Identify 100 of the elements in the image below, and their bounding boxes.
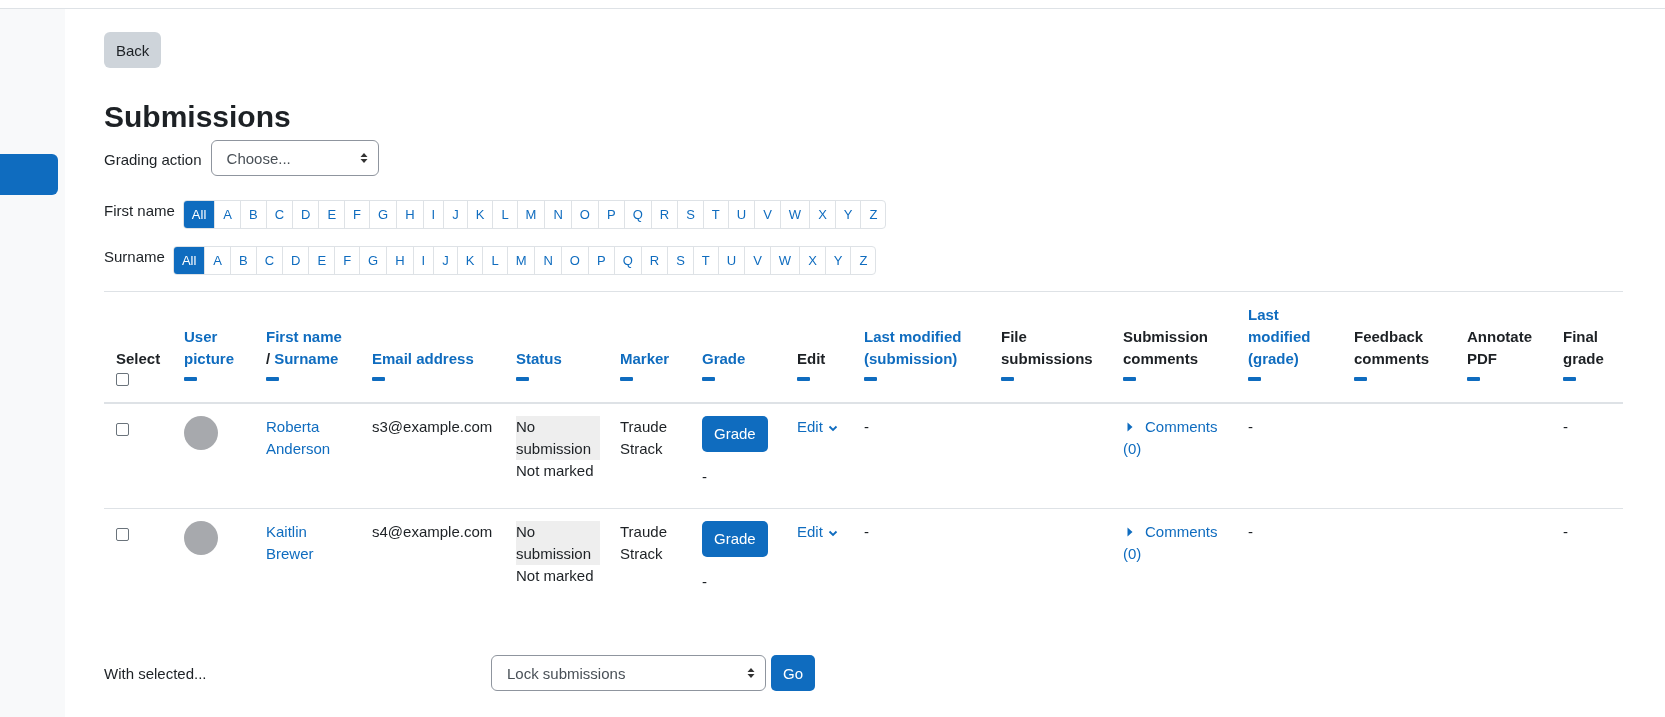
edit-menu-link[interactable]: Edit: [797, 523, 838, 540]
initial-filter-link[interactable]: K: [456, 247, 483, 274]
initial-filter-link[interactable]: Z: [860, 201, 886, 228]
initial-filter-link[interactable]: L: [492, 201, 517, 228]
caret-right-icon: [1127, 422, 1133, 432]
initial-filter-link[interactable]: V: [744, 247, 770, 274]
initial-filter-link[interactable]: O: [570, 201, 598, 228]
initial-filter-link[interactable]: R: [650, 201, 678, 228]
initial-filter-link[interactable]: P: [588, 247, 614, 274]
initial-filter-link[interactable]: K: [466, 201, 493, 228]
grading-action-label: Grading action: [104, 150, 202, 168]
initial-filter-link[interactable]: H: [396, 201, 423, 228]
last-modified-text: -: [1248, 523, 1253, 540]
initial-filter-link[interactable]: S: [677, 201, 703, 228]
initial-filter-link[interactable]: N: [544, 201, 571, 228]
initial-filter-link[interactable]: I: [422, 201, 444, 228]
initial-filter-link[interactable]: Y: [834, 201, 861, 228]
collapse-column-icon[interactable]: [1001, 377, 1014, 381]
column-sort-link[interactable]: User picture: [184, 326, 246, 370]
checkbox[interactable]: [116, 527, 129, 541]
bulk-action-select[interactable]: Lock submissions: [491, 655, 766, 691]
initial-filter-link[interactable]: M: [506, 247, 535, 274]
initial-filter-link[interactable]: H: [386, 247, 413, 274]
initial-filter-link[interactable]: All: [183, 201, 215, 228]
initial-filter-link[interactable]: E: [308, 247, 335, 274]
checkbox[interactable]: [116, 422, 129, 436]
student-name-link[interactable]: Kaitlin Brewer: [266, 521, 352, 565]
column-sort-link[interactable]: Last modified (submission): [864, 326, 981, 370]
initial-filter-link[interactable]: L: [482, 247, 507, 274]
initial-filter-link[interactable]: W: [779, 201, 810, 228]
initial-filter-link[interactable]: R: [640, 247, 668, 274]
collapse-column-icon[interactable]: [1563, 377, 1576, 381]
initial-filter-link[interactable]: D: [282, 247, 309, 274]
collapse-column-icon[interactable]: [797, 377, 810, 381]
initial-filter-link[interactable]: D: [292, 201, 319, 228]
collapse-column-icon[interactable]: [620, 377, 633, 381]
comments-link[interactable]: Comments (0): [1123, 521, 1228, 565]
student-name-link[interactable]: Roberta Anderson: [266, 416, 352, 460]
column-sort-link[interactable]: Email address: [372, 348, 496, 370]
collapse-column-icon[interactable]: [1467, 377, 1480, 381]
grading-status: Not marked: [516, 566, 595, 586]
initial-filter-link[interactable]: A: [204, 247, 230, 274]
column-sort-link[interactable]: First name: [266, 326, 352, 348]
initial-filter-link[interactable]: G: [359, 247, 387, 274]
initial-filter-link[interactable]: U: [727, 201, 755, 228]
collapse-column-icon[interactable]: [1354, 377, 1367, 381]
initial-filter-link[interactable]: X: [799, 247, 825, 274]
initial-filter-link[interactable]: J: [433, 247, 457, 274]
initial-filter-link[interactable]: G: [369, 201, 397, 228]
collapse-column-icon[interactable]: [516, 377, 529, 381]
initial-filter-link[interactable]: Q: [623, 201, 651, 228]
initial-filter-link[interactable]: V: [754, 201, 780, 228]
collapse-column-icon[interactable]: [1123, 377, 1136, 381]
page-heading: Submissions: [104, 99, 292, 135]
column-sort-link[interactable]: Surname: [274, 350, 339, 367]
initial-filter-link[interactable]: I: [412, 247, 434, 274]
initial-filter-link[interactable]: C: [255, 247, 283, 274]
initial-filter-link[interactable]: F: [334, 247, 360, 274]
initial-filter-link[interactable]: N: [534, 247, 561, 274]
column-sort-link[interactable]: Grade: [702, 348, 777, 370]
column-sort-link[interactable]: Last modified (grade): [1248, 304, 1334, 370]
initial-filter-link[interactable]: T: [692, 247, 718, 274]
initial-filter-link[interactable]: A: [214, 201, 240, 228]
column-sort-link[interactable]: Marker: [620, 348, 682, 370]
initial-filter-link[interactable]: T: [702, 201, 728, 228]
column-sort-link[interactable]: Status: [516, 348, 600, 370]
collapse-column-icon[interactable]: [702, 377, 715, 381]
go-button[interactable]: Go: [771, 655, 815, 691]
initial-filter-link[interactable]: Y: [824, 247, 851, 274]
initial-filter-link[interactable]: S: [667, 247, 693, 274]
initials-label: First name: [104, 201, 175, 219]
collapse-column-icon[interactable]: [864, 377, 877, 381]
initial-filter-link[interactable]: B: [240, 201, 266, 228]
initial-filter-link[interactable]: U: [717, 247, 745, 274]
collapse-column-icon[interactable]: [372, 377, 385, 381]
initial-filter-link[interactable]: E: [318, 201, 345, 228]
collapse-column-icon[interactable]: [266, 377, 279, 381]
sidebar-toggle-button[interactable]: [0, 154, 58, 195]
initial-filter-link[interactable]: P: [597, 201, 624, 228]
initial-filter-link[interactable]: All: [173, 247, 205, 274]
edit-menu-link[interactable]: Edit: [797, 418, 838, 435]
initial-filter-link[interactable]: B: [230, 247, 256, 274]
initial-filter-link[interactable]: W: [769, 247, 800, 274]
initial-filter-link[interactable]: J: [443, 201, 467, 228]
collapse-column-icon[interactable]: [1248, 377, 1261, 381]
initial-filter-link[interactable]: Q: [613, 247, 641, 274]
initial-filter-link[interactable]: F: [344, 201, 370, 228]
initial-filter-link[interactable]: O: [560, 247, 588, 274]
checkbox[interactable]: [116, 372, 129, 386]
grade-button[interactable]: Grade: [702, 521, 768, 557]
final-grade-text: -: [1563, 523, 1568, 540]
initial-filter-link[interactable]: C: [265, 201, 293, 228]
comments-link[interactable]: Comments (0): [1123, 416, 1228, 460]
grading-action-select[interactable]: Choose...: [210, 140, 379, 176]
initial-filter-link[interactable]: Z: [850, 247, 876, 274]
back-button[interactable]: Back: [104, 32, 162, 68]
initial-filter-link[interactable]: M: [516, 201, 545, 228]
grade-button[interactable]: Grade: [702, 416, 768, 452]
collapse-column-icon[interactable]: [184, 377, 197, 381]
initial-filter-link[interactable]: X: [809, 201, 835, 228]
